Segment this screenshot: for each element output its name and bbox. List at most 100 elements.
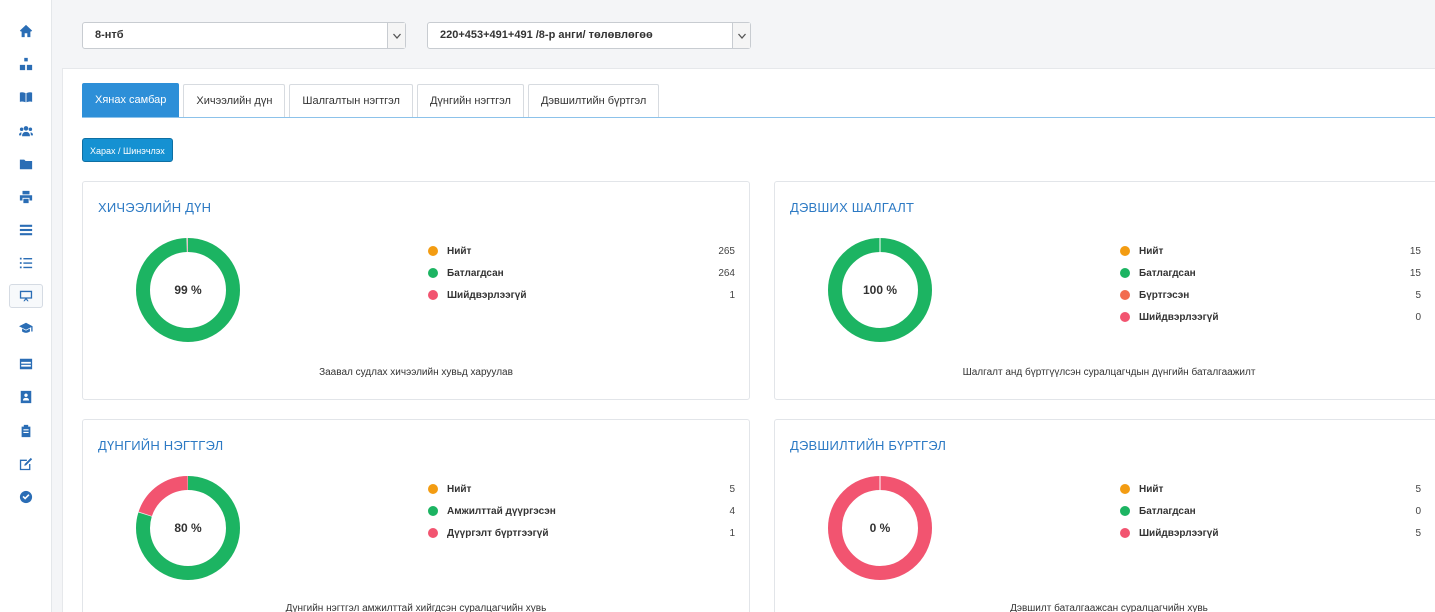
graduation-cap-icon[interactable]	[17, 319, 35, 337]
legend-value: 5	[1415, 289, 1421, 301]
legend-label: Батлагдсан	[1139, 267, 1196, 279]
legend-label: Нийт	[447, 483, 472, 495]
legend-value: 5	[1415, 483, 1421, 495]
clipboard-icon[interactable]	[17, 422, 35, 440]
legend-value: 1	[729, 527, 735, 539]
legend-item: Шийдвэрлээгүй 1	[428, 284, 735, 306]
chevron-down-icon[interactable]	[732, 23, 750, 48]
legend-label: Бүртгэсэн	[1139, 289, 1190, 301]
tab-lesson-grades[interactable]: Хичээлийн дүн	[183, 84, 286, 117]
legend-label: Шийдвэрлээгүй	[447, 289, 527, 301]
legend-dot	[428, 268, 438, 278]
legend-dot	[428, 506, 438, 516]
users-icon[interactable]	[17, 122, 35, 140]
legend-item: Батлагдсан 264	[428, 262, 735, 284]
tab-underline	[82, 117, 1435, 118]
legend: Нийт 265 Батлагдсан 264 Шийдвэрлээгүй 1	[428, 240, 735, 306]
legend-label: Шийдвэрлээгүй	[1139, 311, 1219, 323]
legend-value: 5	[1415, 527, 1421, 539]
check-circle-icon[interactable]	[17, 488, 35, 506]
legend-label: Батлагдсан	[447, 267, 504, 279]
legend-dot	[1120, 246, 1130, 256]
legend-dot	[1120, 528, 1130, 538]
plan-select[interactable]: 220+453+491+491 /8-р анги/ төлөвлөгөө	[427, 22, 751, 49]
tab-promotion-register[interactable]: Дэвшилтийн бүртгэл	[527, 84, 660, 117]
legend-item: Нийт 5	[428, 478, 735, 500]
legend: Нийт 5 Батлагдсан 0 Шийдвэрлээгүй 5	[1120, 478, 1421, 544]
tab-dashboard[interactable]: Хянах самбар	[82, 83, 180, 117]
legend-dot	[1120, 268, 1130, 278]
legend-value: 15	[1409, 267, 1421, 279]
legend-item: Батлагдсан 15	[1120, 262, 1421, 284]
legend-dot	[428, 246, 438, 256]
legend-value: 264	[718, 267, 735, 279]
legend: Нийт 15 Батлагдсан 15 Бүртгэсэн 5 Шийдвэ…	[1120, 240, 1421, 328]
class-select-value: 8-нтб	[95, 29, 124, 41]
donut-percent: 0 %	[869, 521, 891, 535]
legend-dot	[1120, 484, 1130, 494]
legend-dot	[428, 528, 438, 538]
card-promotion-register: ДЭВШИЛТИЙН БҮРТГЭЛ 0 % Нийт 5 Батлагдсан…	[774, 419, 1435, 612]
legend-dot	[428, 484, 438, 494]
print-icon[interactable]	[17, 188, 35, 206]
chevron-down-icon[interactable]	[387, 23, 405, 48]
legend-label: Нийт	[1139, 483, 1164, 495]
card-lesson-grades: ХИЧЭЭЛИЙН ДҮН 99 % Нийт 265 Батлагдсан 2…	[82, 181, 750, 400]
legend-label: Дүүргэлт бүртгээгүй	[447, 527, 549, 539]
card-title: ДЭВШИХ ШАЛГАЛТ	[790, 200, 915, 215]
legend-item: Нийт 15	[1120, 240, 1421, 262]
card-title: ДЭВШИЛТИЙН БҮРТГЭЛ	[790, 438, 947, 453]
legend-value: 265	[718, 245, 735, 257]
card-caption: Шалгалт анд бүртгүүлсэн суралцагчдын дүн…	[962, 367, 1256, 378]
sitemap-icon[interactable]	[17, 55, 35, 73]
plan-select-value: 220+453+491+491 /8-р анги/ төлөвлөгөө	[440, 29, 653, 41]
legend-dot	[428, 290, 438, 300]
book-icon[interactable]	[17, 88, 35, 106]
legend-dot	[1120, 506, 1130, 516]
legend-item: Бүртгэсэн 5	[1120, 284, 1421, 306]
tab-grade-summary[interactable]: Дүнгийн нэгтгэл	[416, 84, 524, 117]
legend-value: 1	[729, 289, 735, 301]
legend-dot	[1120, 290, 1130, 300]
presentation-icon[interactable]	[9, 284, 43, 308]
legend-value: 0	[1415, 311, 1421, 323]
legend-value: 5	[729, 483, 735, 495]
tab-bar: Хянах самбар Хичээлийн дүн Шалгалтын нэг…	[82, 83, 663, 118]
card-caption: Дүнгийн нэгтгэл амжилттай хийгдсэн сурал…	[285, 603, 547, 612]
legend-label: Шийдвэрлээгүй	[1139, 527, 1219, 539]
card-title: ХИЧЭЭЛИЙН ДҮН	[98, 200, 212, 215]
legend-item: Амжилттай дүүргэсэн 4	[428, 500, 735, 522]
legend-label: Нийт	[447, 245, 472, 257]
donut-percent: 100 %	[862, 283, 898, 297]
legend-dot	[1120, 312, 1130, 322]
legend-item: Шийдвэрлээгүй 5	[1120, 522, 1421, 544]
legend-value: 4	[729, 505, 735, 517]
donut-percent: 80 %	[174, 521, 202, 535]
view-refresh-button[interactable]: Харах / Шинэчлэх	[82, 138, 173, 162]
list-ordered-icon[interactable]	[17, 254, 35, 272]
legend-item: Дүүргэлт бүртгээгүй 1	[428, 522, 735, 544]
list-icon[interactable]	[17, 221, 35, 239]
legend-item: Нийт 265	[428, 240, 735, 262]
home-icon[interactable]	[17, 22, 35, 40]
sidebar	[0, 0, 52, 612]
card-caption: Дэвшилт баталгаажсан суралцагчийн хувь	[1010, 603, 1208, 612]
legend-item: Шийдвэрлээгүй 0	[1120, 306, 1421, 328]
legend-label: Нийт	[1139, 245, 1164, 257]
card-grade-summary: ДҮНГИЙН НЭГТГЭЛ 80 % Нийт 5 Амжилттай дү…	[82, 419, 750, 612]
legend-label: Амжилттай дүүргэсэн	[447, 505, 556, 517]
class-select[interactable]: 8-нтб	[82, 22, 406, 49]
table-icon[interactable]	[17, 355, 35, 373]
legend-value: 15	[1409, 245, 1421, 257]
edit-icon[interactable]	[17, 455, 35, 473]
legend-label: Батлагдсан	[1139, 505, 1196, 517]
card-caption: Заавал судлах хичээлийн хувьд харуулав	[319, 367, 513, 378]
card-promotion-exam: ДЭВШИХ ШАЛГАЛТ 100 % Нийт 15 Батлагдсан …	[774, 181, 1435, 400]
legend-item: Нийт 5	[1120, 478, 1421, 500]
tab-exam-summary[interactable]: Шалгалтын нэгтгэл	[289, 84, 413, 117]
donut-percent: 99 %	[174, 283, 202, 297]
card-title: ДҮНГИЙН НЭГТГЭЛ	[98, 438, 224, 453]
folder-icon[interactable]	[17, 155, 35, 173]
id-card-icon[interactable]	[17, 388, 35, 406]
legend: Нийт 5 Амжилттай дүүргэсэн 4 Дүүргэлт бү…	[428, 478, 735, 544]
